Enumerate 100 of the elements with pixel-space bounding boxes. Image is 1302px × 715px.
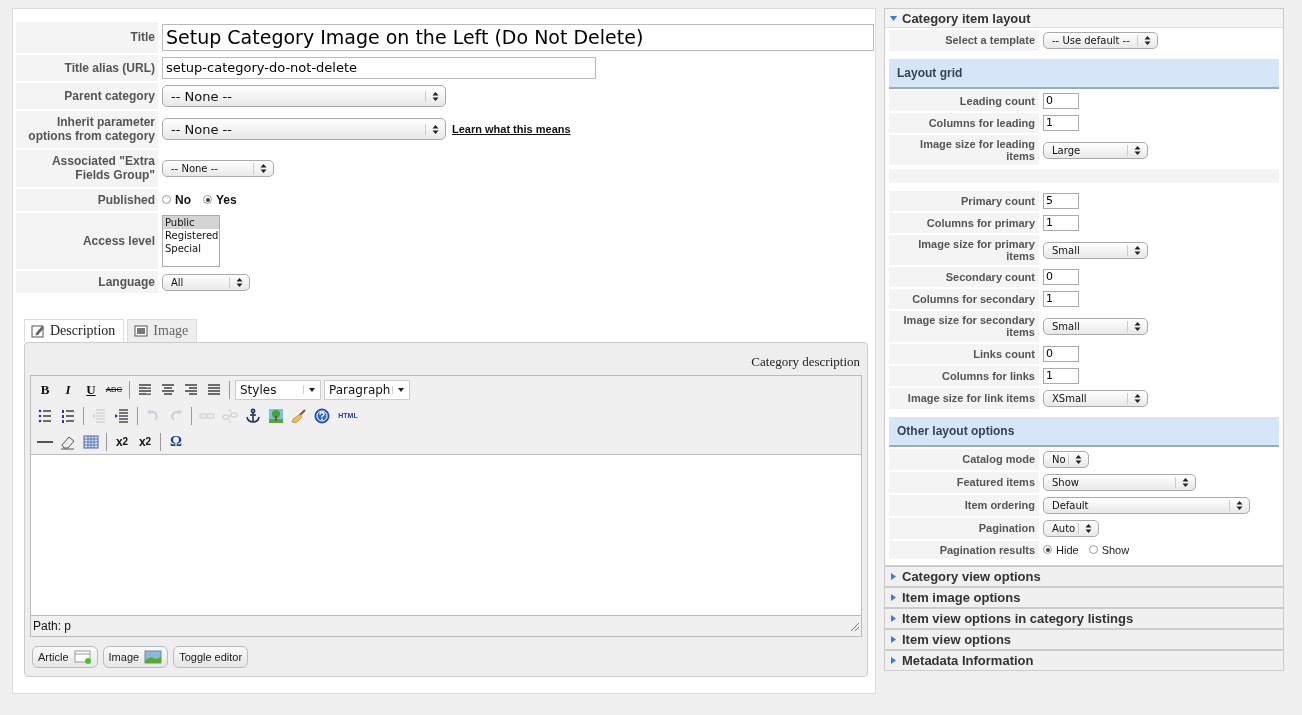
help-icon (314, 407, 330, 424)
anchor-icon (245, 407, 261, 424)
toolbar-button[interactable]: Ω (166, 431, 186, 452)
editor-tab[interactable]: Description (24, 319, 125, 343)
dropdown[interactable]: Auto (1043, 519, 1099, 537)
number-field[interactable]: 0 (1043, 93, 1079, 109)
field-label: Parent category (16, 83, 158, 109)
updown-arrow-icon (1137, 35, 1153, 46)
updown-arrow-icon (425, 90, 441, 102)
editor-button[interactable]: Toggle editor (173, 646, 249, 669)
status-path: Path: p (33, 619, 72, 634)
updown-arrow-icon (1127, 320, 1143, 332)
format-dropdown[interactable]: Styles (235, 379, 321, 400)
field-label: Columns for secondary (889, 289, 1039, 310)
field-label: Image size for primary items (889, 235, 1039, 266)
list-option[interactable]: Special (163, 241, 219, 255)
field-label: Title (16, 22, 158, 53)
field-label: Secondary count (889, 267, 1039, 288)
dropdown[interactable]: All (162, 273, 250, 291)
dropdown[interactable]: No (1043, 450, 1089, 468)
broom-icon (291, 407, 307, 424)
list-option[interactable]: Registered (163, 228, 219, 242)
resize-grip-icon[interactable] (849, 621, 859, 632)
editor-caption: Category description (750, 353, 861, 372)
horizontal-rule-icon (37, 440, 53, 443)
radio-option[interactable]: Show (1088, 543, 1130, 556)
toolbar-button[interactable]: U (81, 379, 101, 400)
alias-field[interactable]: setup-category-do-not-delete (162, 57, 596, 79)
number-field[interactable]: 0 (1043, 269, 1079, 286)
editor-button[interactable]: Image (102, 646, 169, 669)
accordion-header[interactable]: Item view options (885, 629, 1283, 649)
updown-arrow-icon (229, 276, 245, 288)
editor-tab[interactable]: Image (127, 319, 198, 343)
unlink-icon (222, 407, 238, 424)
landscape-icon (144, 650, 163, 665)
number-field[interactable]: 1 (1043, 215, 1079, 232)
field-label: Associated "Extra Fields Group" (16, 149, 158, 187)
dropdown[interactable]: -- None -- (162, 85, 446, 107)
toolbar-button[interactable]: I (58, 379, 78, 400)
number-field[interactable]: 1 (1043, 115, 1079, 131)
outdent-icon (91, 407, 107, 424)
accordion-header[interactable]: Category view options (885, 566, 1283, 586)
field-label: Access level (16, 212, 158, 269)
updown-arrow-icon (253, 162, 269, 174)
field-label: Inherit parameter options from category (16, 111, 158, 148)
dropdown[interactable]: Large (1043, 141, 1148, 159)
toolbar-button[interactable] (312, 405, 332, 426)
title-field[interactable]: Setup Category Image on the Left (Do Not Delete) (162, 24, 874, 51)
radio-option[interactable]: Hide (1043, 543, 1079, 556)
align-justify-icon (206, 381, 222, 398)
updown-arrow-icon (1127, 244, 1143, 256)
indent-icon (114, 407, 130, 424)
dropdown[interactable]: Small (1043, 241, 1148, 259)
number-field[interactable]: 5 (1043, 193, 1079, 210)
updown-arrow-icon (1127, 392, 1143, 404)
radio-option[interactable]: Yes (203, 192, 237, 207)
field-label: Language (16, 270, 158, 294)
field-label: Published (16, 188, 158, 211)
radio-option[interactable]: No (162, 192, 191, 207)
field-label: Columns for links (889, 365, 1039, 386)
help-link[interactable]: Learn what this means (452, 123, 571, 136)
align-left-icon (137, 381, 153, 398)
updown-arrow-icon (425, 123, 441, 135)
dropdown[interactable]: -- None -- (162, 118, 446, 141)
field-label: Columns for leading (889, 113, 1039, 133)
accordion-header[interactable]: Category item layout (885, 9, 1283, 28)
dropdown[interactable]: XSmall (1043, 389, 1148, 407)
field-label: Links count (889, 343, 1039, 364)
number-field[interactable]: 1 (1043, 367, 1079, 384)
accordion-header[interactable]: Metadata Information (885, 650, 1283, 670)
accordion-header[interactable]: Item view options in category listings (885, 608, 1283, 628)
accordion-header[interactable]: Item image options (885, 587, 1283, 607)
dropdown[interactable]: Default (1043, 496, 1250, 514)
document-add-icon (73, 650, 92, 665)
align-right-icon (183, 381, 199, 398)
list-option[interactable]: Public (163, 215, 219, 229)
field-label: Image size for secondary items (889, 311, 1039, 342)
field-label: Title alias (URL) (16, 55, 158, 81)
format-dropdown[interactable]: Paragraph (324, 379, 410, 400)
field-label: Leading count (889, 91, 1039, 111)
dropdown[interactable]: Small (1043, 317, 1148, 335)
access-listbox[interactable]: Public Registered Special (162, 214, 220, 267)
align-center-icon (160, 381, 176, 398)
toolbar-button[interactable]: ABC (104, 379, 124, 400)
dropdown[interactable]: -- Use default -- (1043, 32, 1158, 49)
field-label: Image size for leading items (889, 135, 1039, 166)
number-field[interactable]: 1 (1043, 291, 1079, 308)
field-label: Featured items (889, 471, 1039, 493)
field-label: Select a template (889, 30, 1039, 51)
number-field[interactable]: 0 (1043, 345, 1079, 362)
picture-icon (134, 324, 149, 339)
toolbar-button[interactable]: B (35, 379, 55, 400)
pencil-icon (31, 324, 45, 339)
image-icon (268, 407, 284, 424)
dropdown[interactable]: -- None -- (162, 159, 274, 177)
dropdown[interactable]: Show (1043, 473, 1196, 491)
table-icon (83, 433, 99, 450)
group-heading: Other layout options (889, 416, 1279, 447)
numbered-list-icon (60, 407, 76, 424)
editor-button[interactable]: Article (32, 646, 98, 669)
